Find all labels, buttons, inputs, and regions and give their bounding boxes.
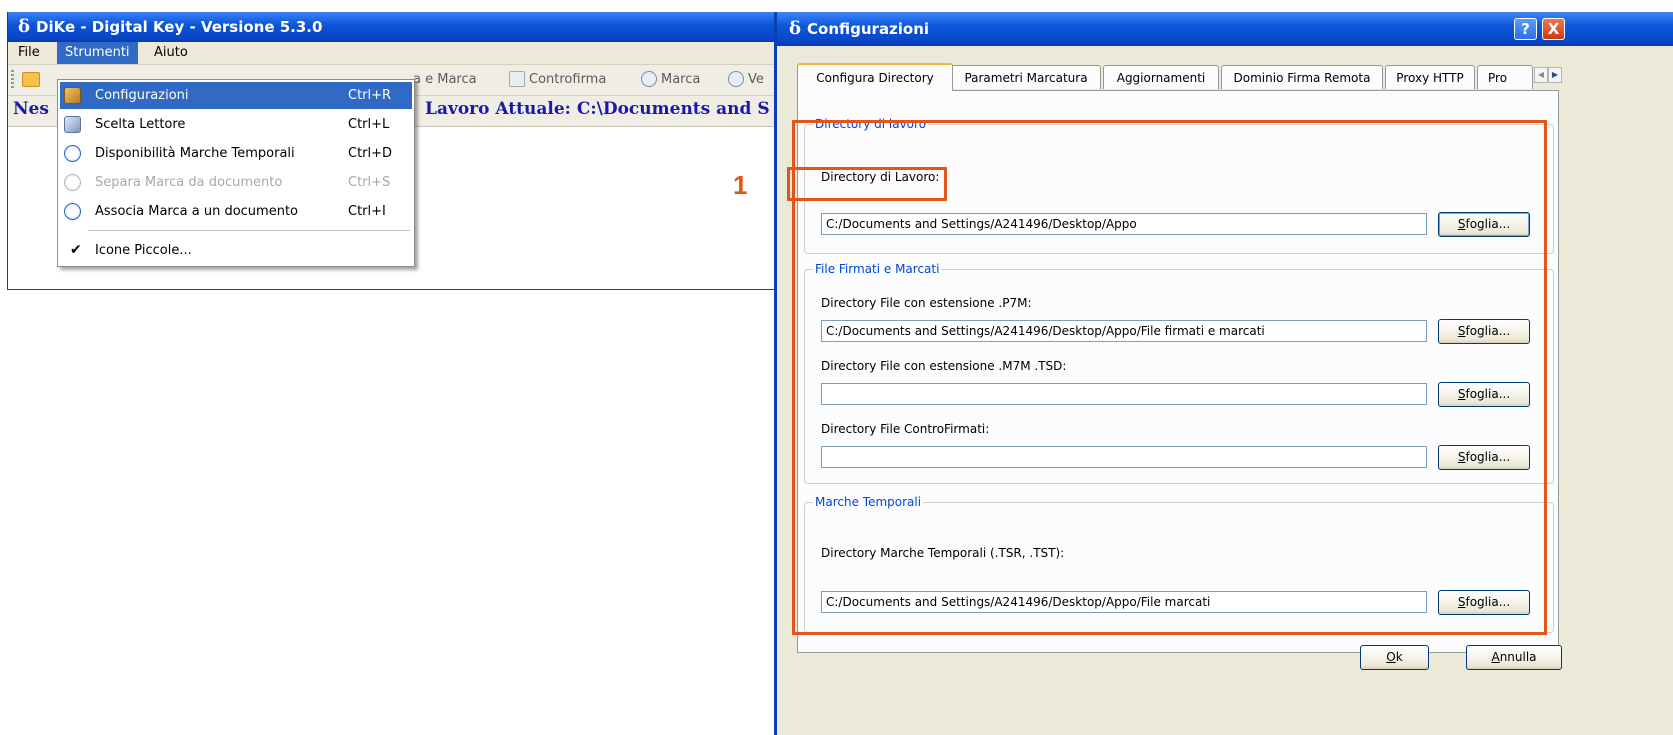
clock-icon xyxy=(64,174,81,191)
main-titlebar: δ DiKe - Digital Key - Versione 5.3.0 xyxy=(8,12,826,42)
annotation-callout-box xyxy=(787,167,947,201)
countersign-label: Controfirma xyxy=(529,72,607,87)
open-folder-icon[interactable] xyxy=(22,72,40,87)
working-directory-text: Lavoro Attuale: C:\Documents and S xyxy=(425,99,770,119)
tab-parametri-marcatura[interactable]: Parametri Marcatura xyxy=(951,65,1101,89)
cancel-accel: A xyxy=(1491,650,1500,664)
menu-item-shortcut: Ctrl+S xyxy=(348,175,391,190)
menu-item-configurazioni[interactable]: Configurazioni Ctrl+R xyxy=(60,82,412,109)
cancel-label: nnulla xyxy=(1499,650,1537,664)
menu-item-label: Scelta Lettore xyxy=(95,117,186,132)
tab-scroll-left-icon[interactable]: ◀ xyxy=(1534,67,1548,83)
menu-item-label: Configurazioni xyxy=(95,88,189,103)
clock-icon xyxy=(641,70,657,87)
menu-item-label: Disponibilità Marche Temporali xyxy=(95,146,295,161)
menu-item-separa-marca: Separa Marca da documento Ctrl+S xyxy=(60,169,412,196)
mark-button[interactable]: Marca xyxy=(641,65,700,95)
main-window-title: DiKe - Digital Key - Versione 5.3.0 xyxy=(36,18,323,36)
dialog-title: Configurazioni xyxy=(807,20,930,38)
menu-separator xyxy=(88,230,410,231)
menu-item-associa-marca[interactable]: Associa Marca a un documento Ctrl+I xyxy=(60,198,412,225)
tab-scroll-right-icon[interactable]: ▶ xyxy=(1548,67,1562,83)
tab-pro[interactable]: Pro xyxy=(1477,65,1533,89)
menu-aiuto[interactable]: Aiuto xyxy=(146,42,196,64)
tab-scroll-arrows: ◀ ▶ xyxy=(1534,66,1564,83)
tab-configura-directory[interactable]: Configura Directory xyxy=(797,63,953,91)
menu-item-shortcut: Ctrl+R xyxy=(348,88,392,103)
clock-icon xyxy=(64,203,81,220)
verify-label: Ve xyxy=(748,72,764,87)
cancel-button[interactable]: Annulla xyxy=(1466,645,1562,670)
close-button[interactable]: X xyxy=(1542,18,1565,40)
tab-strip: Configura Directory Parametri Marcatura … xyxy=(797,63,1557,91)
mark-label: Marca xyxy=(661,72,701,87)
checkmark-icon: ✔ xyxy=(70,242,82,258)
menu-item-label: Icone Piccole... xyxy=(95,243,192,258)
dialog-titlebar: δ Configurazioni xyxy=(777,12,1673,46)
tab-proxy-http[interactable]: Proxy HTTP xyxy=(1385,65,1475,89)
settings-gear-icon xyxy=(64,87,81,104)
ok-label: k xyxy=(1395,650,1403,664)
verify-button[interactable]: Ve xyxy=(728,65,764,95)
toolbar-grip[interactable] xyxy=(11,70,14,90)
countersign-button[interactable]: Controfirma xyxy=(509,65,606,95)
menu-item-scelta-lettore[interactable]: Scelta Lettore Ctrl+L xyxy=(60,111,412,138)
verify-icon xyxy=(728,70,744,87)
menu-item-label: Separa Marca da documento xyxy=(95,175,283,190)
sign-and-mark-button[interactable]: a e Marca xyxy=(413,65,477,95)
menu-strumenti[interactable]: Strumenti xyxy=(57,42,138,64)
status-left-text: Nes xyxy=(13,99,49,119)
ok-button[interactable]: Ok xyxy=(1360,645,1429,670)
annotation-number: 1 xyxy=(733,170,748,200)
pen-icon xyxy=(509,70,525,87)
menu-item-shortcut: Ctrl+L xyxy=(348,117,390,132)
app-logo-icon: δ xyxy=(18,16,31,37)
strumenti-dropdown-menu: Configurazioni Ctrl+R Scelta Lettore Ctr… xyxy=(57,79,415,267)
menu-file[interactable]: File xyxy=(10,42,48,64)
menu-item-shortcut: Ctrl+I xyxy=(348,204,386,219)
tab-aggiornamenti[interactable]: Aggiornamenti xyxy=(1103,65,1219,89)
menu-item-icone-piccole[interactable]: ✔ Icone Piccole... xyxy=(60,237,412,264)
app-logo-icon: δ xyxy=(789,18,802,39)
menu-item-shortcut: Ctrl+D xyxy=(348,146,393,161)
help-button[interactable]: ? xyxy=(1514,18,1537,40)
menu-item-label: Associa Marca a un documento xyxy=(95,204,298,219)
tab-dominio-firma-remota[interactable]: Dominio Firma Remota xyxy=(1221,65,1383,89)
card-reader-icon xyxy=(64,116,81,133)
clock-icon xyxy=(64,145,81,162)
menu-item-disponibilita-marche[interactable]: Disponibilità Marche Temporali Ctrl+D xyxy=(60,140,412,167)
ok-accel: O xyxy=(1386,650,1396,664)
menubar: File Strumenti Aiuto xyxy=(8,42,826,65)
